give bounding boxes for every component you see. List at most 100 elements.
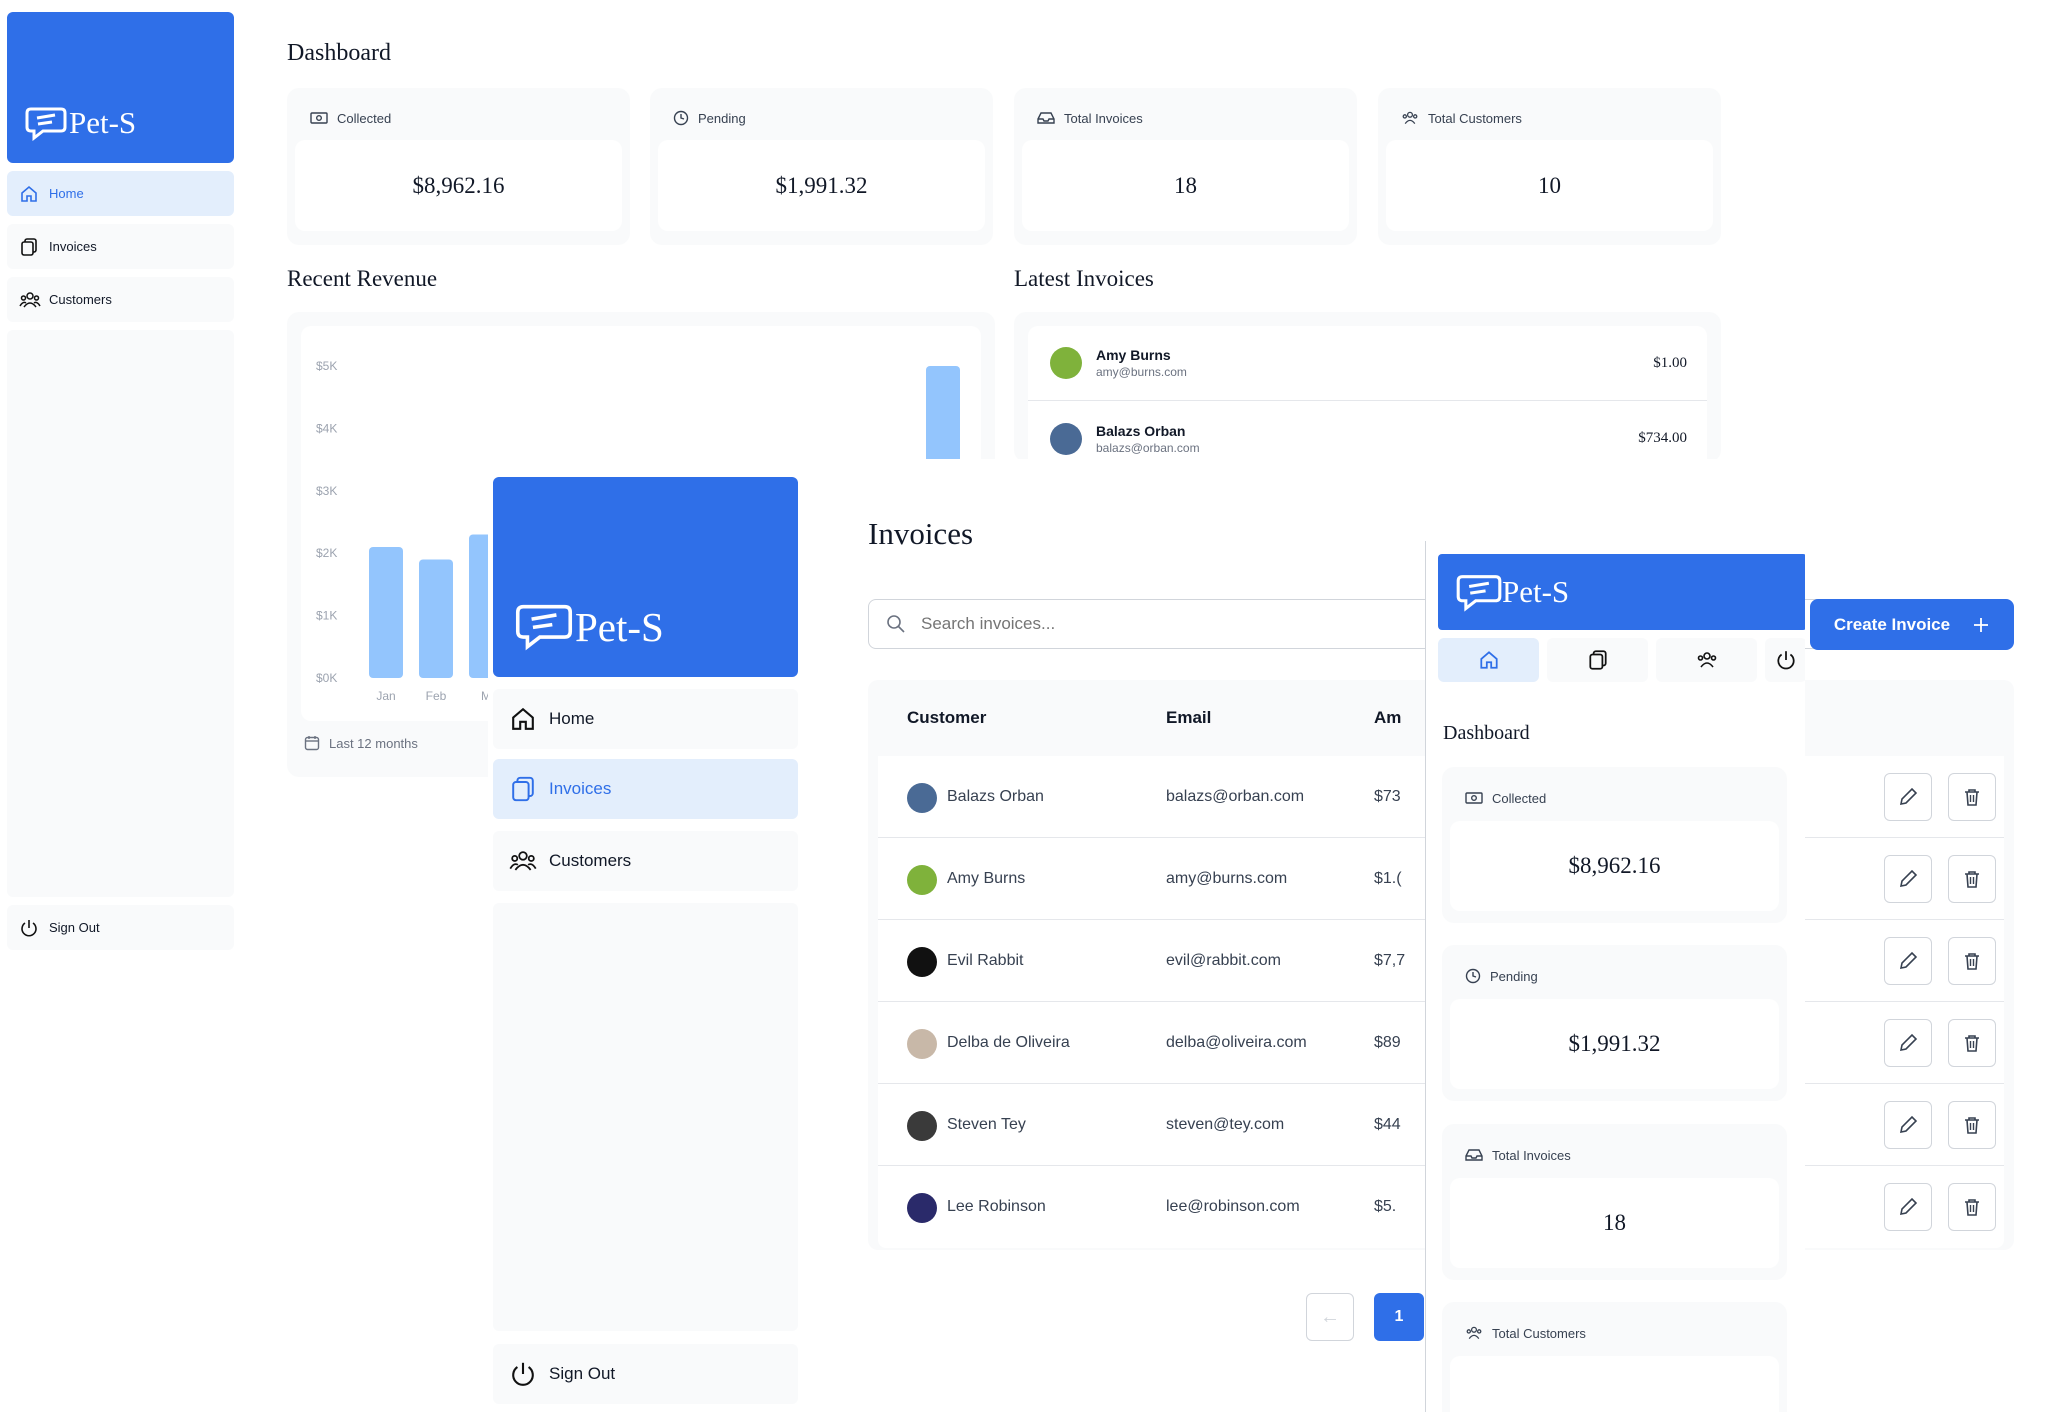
- sign-out-button[interactable]: Sign Out: [493, 1344, 798, 1404]
- power-icon: [1777, 651, 1795, 670]
- sidebar-item-label: Home: [549, 709, 595, 728]
- pencil-icon: [1899, 787, 1918, 806]
- stat-label: Collected: [1492, 790, 1547, 806]
- stat-card-total-customers: Total Customers 10: [1378, 88, 1721, 245]
- edit-button[interactable]: [1884, 937, 1932, 985]
- sidebar-spacer: [493, 903, 798, 1331]
- stat-label: Pending: [698, 110, 746, 126]
- customer-name: Lee Robinson: [947, 1198, 1046, 1215]
- column-header-customer: Customer: [907, 708, 987, 727]
- stat-card-collected: Collected $8,962.16: [1442, 767, 1787, 923]
- edit-button[interactable]: [1884, 773, 1932, 821]
- customer-email: balazs@orban.com: [1166, 788, 1305, 805]
- calendar-icon: [304, 736, 320, 751]
- chat-logo-icon: [25, 107, 67, 141]
- delete-button[interactable]: [1948, 1019, 1996, 1067]
- sidebar-item-label: Sign Out: [549, 1364, 616, 1383]
- delete-button[interactable]: [1948, 937, 1996, 985]
- sidebar-item-home[interactable]: Home: [493, 689, 798, 749]
- avatar: [907, 947, 937, 977]
- sidebar-item-label: Customers: [49, 292, 112, 307]
- users-icon: [1697, 652, 1716, 668]
- delete-button[interactable]: [1948, 773, 1996, 821]
- trash-icon: [1965, 871, 1979, 888]
- users-icon: [1466, 1326, 1482, 1340]
- home-icon: [512, 707, 534, 730]
- stat-label: Total Invoices: [1064, 110, 1143, 126]
- revenue-bar: [419, 559, 453, 678]
- sidebar-logo[interactable]: Pet-S: [1438, 554, 1805, 630]
- trash-icon: [1965, 1035, 1979, 1052]
- mobile-nav-invoices[interactable]: [1547, 638, 1648, 682]
- sidebar-item-home[interactable]: Home: [7, 171, 234, 216]
- page-title: Dashboard: [1443, 722, 1530, 744]
- pencil-icon: [1899, 1115, 1918, 1134]
- sidebar-item-label: Customers: [549, 851, 632, 870]
- trash-icon: [1965, 789, 1979, 806]
- invoice-amount: $1.(: [1374, 870, 1402, 887]
- customer-name: Amy Burns: [947, 870, 1026, 887]
- mobile-nav-customers[interactable]: [1656, 638, 1757, 682]
- revenue-footer-label: Last 12 months: [329, 735, 418, 751]
- create-invoice-label: Create Invoice: [1833, 614, 1951, 634]
- sidebar-logo[interactable]: Pet-S: [493, 477, 798, 677]
- delete-button[interactable]: [1948, 855, 1996, 903]
- customer-email: steven@tey.com: [1166, 1116, 1285, 1133]
- y-tick-label: $1K: [316, 609, 337, 623]
- edit-button[interactable]: [1884, 1019, 1932, 1067]
- edit-button[interactable]: [1884, 1101, 1932, 1149]
- search-input[interactable]: [921, 614, 1421, 634]
- page-title: Dashboard: [287, 40, 391, 66]
- trash-icon: [1965, 953, 1979, 970]
- customer-name: Steven Tey: [947, 1116, 1026, 1133]
- sidebar-item-label: Invoices: [49, 239, 97, 254]
- sidebar-logo[interactable]: Pet-S: [7, 12, 234, 163]
- clock-icon: [1465, 968, 1481, 984]
- edit-button[interactable]: [1884, 1183, 1932, 1231]
- inbox-icon: [1465, 1149, 1483, 1161]
- stat-value: $1,991.32: [775, 172, 868, 198]
- avatar: [1050, 422, 1082, 455]
- latest-invoice-row[interactable]: Amy Burns amy@burns.com $1.00: [1028, 326, 1707, 401]
- latest-invoices-card: Amy Burns amy@burns.com $1.00 Balazs Orb…: [1014, 312, 1721, 462]
- mobile-nav-home[interactable]: [1438, 638, 1539, 682]
- stat-card-pending: Pending $1,991.32: [1442, 945, 1787, 1101]
- avatar: [907, 865, 937, 895]
- avatar: [1050, 347, 1082, 379]
- stat-value: 18: [1174, 172, 1197, 198]
- delete-button[interactable]: [1948, 1183, 1996, 1231]
- sidebar-item-invoices[interactable]: Invoices: [7, 224, 234, 269]
- invoice-amount: $734.00: [1638, 430, 1687, 446]
- invoice-amount: $44: [1374, 1116, 1401, 1133]
- stat-value: $8,962.16: [1568, 853, 1661, 878]
- delete-button[interactable]: [1948, 1101, 1996, 1149]
- sign-out-button[interactable]: Sign Out: [7, 905, 234, 950]
- users-icon: [509, 851, 537, 871]
- create-invoice-button[interactable]: Create Invoice: [1810, 599, 2014, 650]
- customer-name: Balazs Orban: [1096, 422, 1186, 439]
- mobile-dashboard-screen: Pet-S Dashboard Collected $8,962.16 Pend…: [1425, 541, 1805, 1412]
- sidebar-item-customers[interactable]: Customers: [7, 277, 234, 322]
- pagination-prev-button[interactable]: ←: [1306, 1293, 1354, 1341]
- y-tick-label: $3K: [316, 484, 337, 498]
- sidebar-item-invoices[interactable]: Invoices: [493, 759, 798, 819]
- stat-value: 18: [1603, 1210, 1626, 1235]
- users-icon: [1402, 111, 1418, 125]
- mobile-nav-sign-out[interactable]: [1765, 638, 1805, 682]
- latest-invoice-row[interactable]: Balazs Orban balazs@orban.com $734.00: [1028, 401, 1707, 462]
- x-tick-label: Feb: [426, 689, 447, 703]
- sidebar-item-customers[interactable]: Customers: [493, 831, 798, 891]
- edit-button[interactable]: [1884, 855, 1932, 903]
- revenue-bar: [369, 546, 403, 678]
- invoices-screen: Pet-S Home Invoices Customers Sign Out I…: [488, 459, 2051, 1412]
- customer-email: balazs@orban.com: [1096, 440, 1200, 455]
- sidebar-item-label: Invoices: [549, 779, 612, 798]
- pencil-icon: [1899, 951, 1918, 970]
- document-icon: [1588, 650, 1607, 670]
- pagination-page-1[interactable]: 1: [1374, 1293, 1424, 1341]
- brand-name: Pet-S: [69, 105, 137, 140]
- y-tick-label: $0K: [316, 671, 337, 685]
- column-header-email: Email: [1166, 708, 1212, 727]
- pencil-icon: [1899, 1197, 1918, 1216]
- stat-label: Collected: [337, 110, 392, 126]
